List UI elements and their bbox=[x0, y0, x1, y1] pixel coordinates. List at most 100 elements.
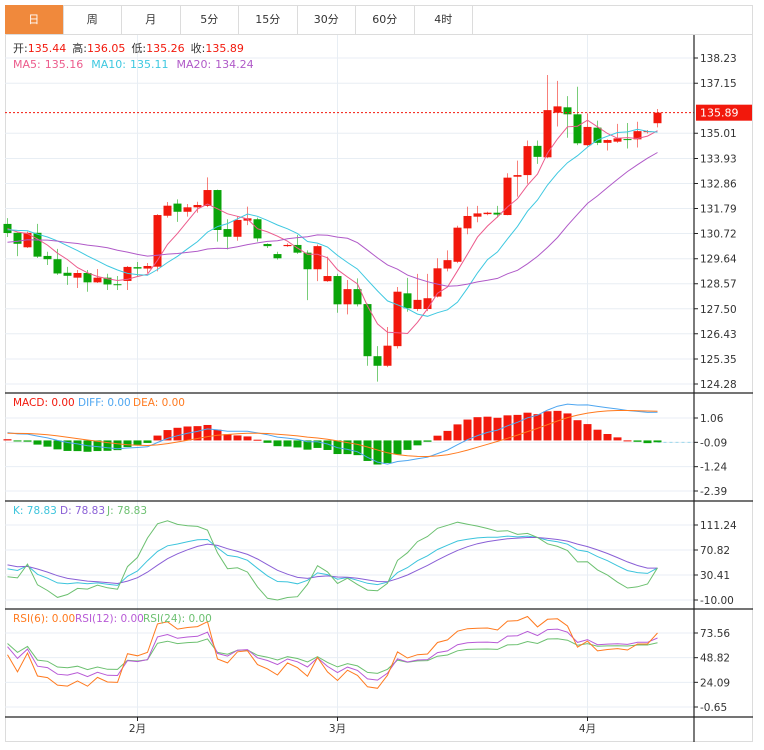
candle[interactable] bbox=[583, 113, 592, 147]
candle-body bbox=[163, 205, 172, 216]
j-value: J: 78.83 bbox=[106, 505, 147, 517]
candle-body bbox=[353, 289, 362, 305]
candle-body bbox=[173, 203, 182, 212]
candle-body bbox=[343, 289, 352, 305]
candle[interactable] bbox=[13, 232, 22, 257]
current-price-value: 135.89 bbox=[700, 107, 739, 120]
candle[interactable] bbox=[543, 75, 552, 159]
candle-body bbox=[613, 138, 622, 142]
candle[interactable] bbox=[43, 251, 52, 266]
macd-bar bbox=[433, 435, 442, 441]
candle[interactable] bbox=[533, 140, 542, 164]
macd-bar bbox=[633, 440, 642, 442]
candle-body bbox=[183, 207, 192, 212]
ma5-label: MA5: bbox=[13, 58, 41, 71]
kdj-tick-label: 111.24 bbox=[700, 520, 737, 532]
candle-body bbox=[13, 232, 22, 244]
candle-body bbox=[373, 356, 382, 366]
candle-body bbox=[413, 299, 422, 309]
month-label: 2月 bbox=[129, 723, 146, 735]
candle[interactable] bbox=[303, 250, 312, 301]
candle[interactable] bbox=[493, 205, 502, 218]
price-tick-label: 131.79 bbox=[700, 203, 737, 215]
candle-body bbox=[603, 140, 612, 143]
rsi-tick-label: 48.82 bbox=[700, 653, 730, 665]
candle[interactable] bbox=[153, 214, 162, 272]
price-tick-label: 126.43 bbox=[700, 329, 737, 341]
candle[interactable] bbox=[3, 218, 12, 238]
candle[interactable] bbox=[633, 121, 642, 148]
macd-bar bbox=[613, 437, 622, 441]
candle[interactable] bbox=[363, 303, 372, 366]
macd-bar bbox=[423, 440, 432, 442]
candle[interactable] bbox=[453, 225, 462, 264]
macd-bar bbox=[233, 435, 242, 441]
ma20-label: MA20: bbox=[176, 58, 211, 71]
candle[interactable] bbox=[603, 139, 612, 151]
candle-body bbox=[273, 254, 282, 259]
candle-body bbox=[543, 110, 552, 158]
macd-bar bbox=[263, 440, 272, 443]
macd-bar bbox=[403, 440, 412, 450]
macd-bar bbox=[73, 440, 82, 452]
macd-bar bbox=[53, 440, 62, 450]
ma10-line bbox=[7, 128, 658, 317]
candle[interactable] bbox=[463, 206, 472, 235]
candle[interactable] bbox=[173, 199, 182, 222]
candle[interactable] bbox=[523, 140, 532, 184]
candle[interactable] bbox=[63, 266, 72, 285]
candle[interactable] bbox=[563, 96, 572, 138]
rsi6-line bbox=[7, 615, 658, 689]
macd-legend: MACD: 0.00 DIFF: 0.00 DEA: 0.00 bbox=[13, 397, 185, 409]
low-label: 低: bbox=[131, 42, 146, 55]
candle[interactable] bbox=[113, 276, 122, 291]
high-label: 高: bbox=[72, 41, 87, 55]
candle[interactable] bbox=[383, 326, 392, 368]
candle[interactable] bbox=[653, 108, 662, 128]
macd-bar bbox=[253, 439, 262, 441]
kdj-tick-label: 30.41 bbox=[700, 570, 730, 582]
diff-value: DIFF: 0.00 bbox=[78, 397, 131, 409]
candle[interactable] bbox=[333, 273, 342, 313]
rsi24-value: RSI(24): 0.00 bbox=[143, 613, 212, 625]
low-value: 135.26 bbox=[146, 42, 185, 55]
month-label: 3月 bbox=[329, 723, 346, 735]
macd-bar bbox=[33, 440, 42, 445]
candle-body bbox=[453, 227, 462, 262]
candle[interactable] bbox=[163, 201, 172, 218]
kline-chart[interactable]: 138.23 137.15 135.01 133.93 132.86 131.79 130.… bbox=[0, 0, 764, 750]
candle[interactable] bbox=[443, 250, 452, 272]
candle[interactable] bbox=[73, 269, 82, 288]
candle-body bbox=[93, 277, 102, 283]
candle[interactable] bbox=[283, 243, 292, 247]
ma10-value: 135.11 bbox=[130, 58, 169, 71]
candle[interactable] bbox=[423, 273, 432, 312]
candle-body bbox=[313, 246, 322, 270]
candle[interactable] bbox=[183, 204, 192, 217]
price-tick-label: 137.15 bbox=[700, 78, 737, 90]
candle[interactable] bbox=[313, 244, 322, 282]
candle-body bbox=[563, 107, 572, 115]
candle[interactable] bbox=[623, 122, 632, 149]
candle[interactable] bbox=[393, 287, 402, 349]
ma5-value: 135.16 bbox=[45, 58, 84, 71]
rsi24-line bbox=[7, 638, 658, 674]
macd-bar bbox=[283, 440, 292, 447]
candle[interactable] bbox=[103, 273, 112, 291]
candle[interactable] bbox=[553, 80, 562, 127]
candle[interactable] bbox=[503, 173, 512, 216]
candle[interactable] bbox=[143, 262, 152, 273]
candle[interactable] bbox=[483, 211, 492, 216]
candle-body bbox=[473, 213, 482, 217]
candle-body bbox=[133, 267, 142, 269]
price-tick-label: 132.86 bbox=[700, 178, 737, 190]
candle[interactable] bbox=[373, 346, 382, 382]
candle[interactable] bbox=[203, 177, 212, 208]
candle[interactable] bbox=[573, 86, 582, 146]
macd-bar bbox=[293, 440, 302, 448]
open-value: 135.44 bbox=[28, 42, 67, 55]
candle[interactable] bbox=[403, 277, 412, 312]
candle[interactable] bbox=[263, 243, 272, 248]
candle[interactable] bbox=[513, 160, 522, 197]
close-value: 135.89 bbox=[205, 42, 244, 55]
